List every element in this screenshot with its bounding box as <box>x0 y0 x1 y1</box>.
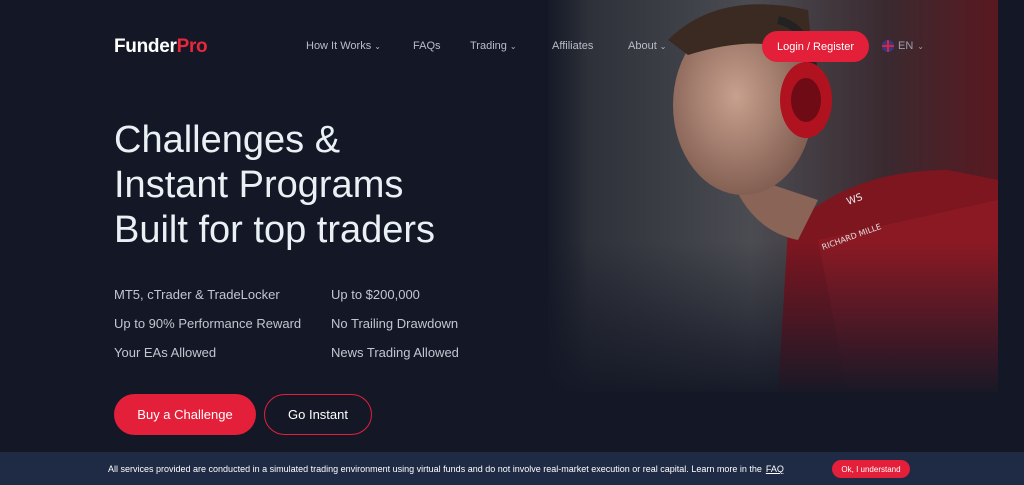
language-selector[interactable]: EN ⌄ <box>882 40 924 52</box>
chevron-down-icon: ⌄ <box>917 41 924 51</box>
feature-platforms: MT5, cTrader & TradeLocker <box>114 287 280 302</box>
nav-about[interactable]: About ⌄ <box>628 40 666 52</box>
feature-eas-allowed: Your EAs Allowed <box>114 345 217 360</box>
hero-title-line: Instant Programs <box>114 164 404 206</box>
nav-affiliates[interactable]: Affiliates <box>552 40 593 52</box>
uk-flag-icon <box>882 40 894 52</box>
feature-account-size: Up to $200,000 <box>331 287 420 302</box>
page: WS RICHARD MILLE FunderPro How It Works … <box>0 0 1024 485</box>
chevron-down-icon: ⌄ <box>659 41 667 51</box>
nav-label: FAQs <box>413 40 441 52</box>
hero-title-line: Built for top traders <box>114 209 436 251</box>
nav-label: About <box>628 40 657 52</box>
nav-how-it-works[interactable]: How It Works ⌄ <box>306 40 381 52</box>
logo-text-part2: Pro <box>176 36 208 57</box>
nav-label: Affiliates <box>552 40 594 52</box>
feature-news-trading: News Trading Allowed <box>331 345 459 360</box>
chevron-down-icon: ⌄ <box>374 41 381 51</box>
hero-title: Challenges & Instant Programs Built for … <box>114 118 544 253</box>
disclaimer-message: All services provided are conducted in a… <box>108 464 762 474</box>
disclaimer-text: All services provided are conducted in a… <box>108 464 784 474</box>
nav-label: How It Works <box>306 40 372 52</box>
nav-faqs[interactable]: FAQs <box>413 40 441 52</box>
funderpro-logo[interactable]: FunderPro <box>114 36 208 58</box>
ok-understand-button[interactable]: Ok, I understand <box>832 460 910 478</box>
language-label: EN <box>898 40 914 52</box>
hero-title-line: Challenges & <box>114 119 341 161</box>
nav-label: Trading <box>470 40 507 52</box>
logo-text-part1: Funder <box>114 36 177 57</box>
buy-challenge-button[interactable]: Buy a Challenge <box>114 394 256 435</box>
go-instant-button[interactable]: Go Instant <box>264 394 372 435</box>
login-register-button[interactable]: Login / Register <box>762 31 869 62</box>
feature-performance-reward: Up to 90% Performance Reward <box>114 316 302 331</box>
faq-link[interactable]: FAQ <box>766 464 784 474</box>
nav-trading[interactable]: Trading ⌄ <box>470 40 517 52</box>
disclaimer-bar: All services provided are conducted in a… <box>0 452 1024 485</box>
chevron-down-icon: ⌄ <box>509 41 517 51</box>
feature-no-trailing-drawdown: No Trailing Drawdown <box>331 316 459 331</box>
